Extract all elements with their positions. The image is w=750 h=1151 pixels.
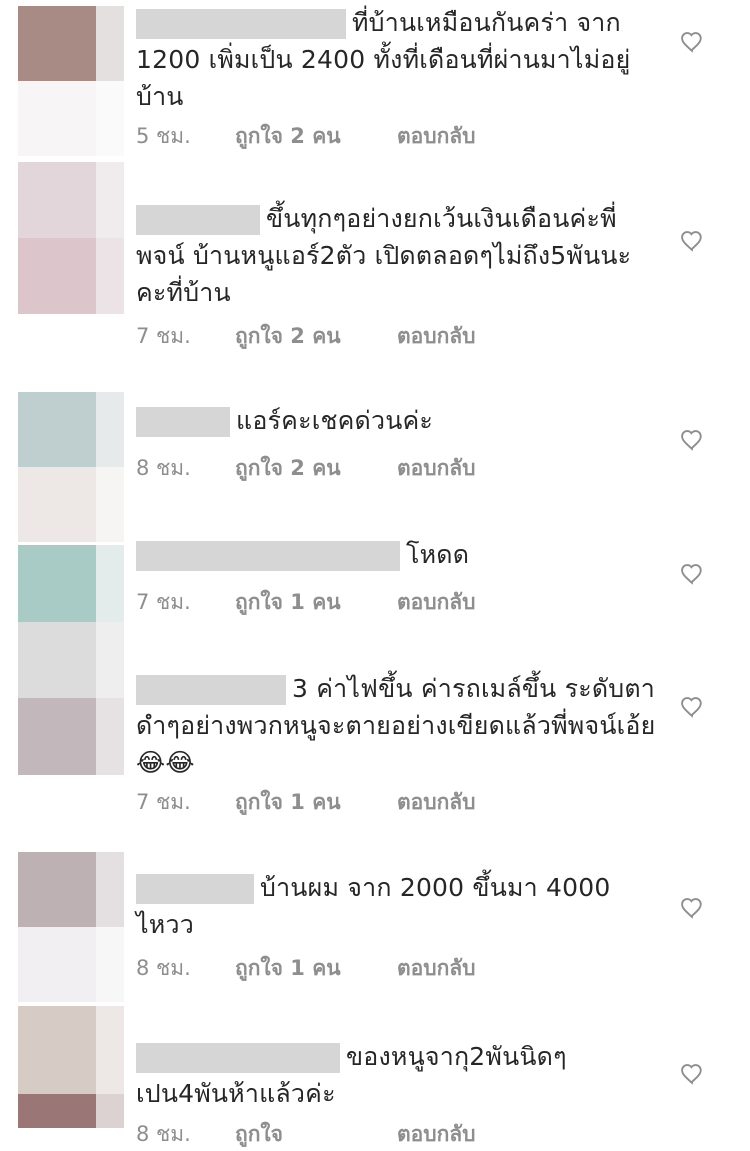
- comment-meta: 8 ชม. ถูกใจ 2 คน ตอบกลับ: [136, 452, 476, 485]
- like-count-link[interactable]: ถูกใจ 2 คน: [235, 320, 397, 353]
- reply-button[interactable]: ตอบกลับ: [397, 1118, 476, 1151]
- comment-time: 8 ชม.: [136, 1122, 191, 1146]
- redacted-username: [136, 541, 400, 571]
- redacted-username: [136, 1043, 340, 1073]
- like-count-link[interactable]: ถูกใจ 1 คน: [235, 952, 397, 985]
- comment-text: ขึ้นทุกๆอย่างยกเว้นเงินเดือนค่ะพี่พจน์ บ…: [136, 200, 656, 311]
- comment-time: 7 ชม.: [136, 590, 191, 614]
- comment-time: 5 ชม.: [136, 124, 191, 148]
- reply-button[interactable]: ตอบกลับ: [397, 320, 476, 353]
- comment-text: บ้านผม จาก 2000 ขึ้นมา 4000 ไหวว: [136, 869, 656, 943]
- avatar[interactable]: [18, 1006, 124, 1128]
- like-count-link[interactable]: ถูกใจ 1 คน: [235, 786, 397, 819]
- avatar[interactable]: [18, 852, 124, 1002]
- heart-outline-icon[interactable]: [678, 425, 706, 453]
- comment-text: แอร์คะเชคด่วนค่ะ: [136, 402, 656, 439]
- comment-time: 7 ชม.: [136, 324, 191, 348]
- comment-meta: 7 ชม. ถูกใจ 1 คน ตอบกลับ: [136, 586, 476, 619]
- avatar[interactable]: [18, 162, 124, 314]
- comment-meta: 7 ชม. ถูกใจ 1 คน ตอบกลับ: [136, 786, 476, 819]
- reply-button[interactable]: ตอบกลับ: [397, 452, 476, 485]
- reply-button[interactable]: ตอบกลับ: [397, 586, 476, 619]
- comment-text-content: โหดด: [406, 540, 470, 569]
- redacted-username: [136, 205, 260, 235]
- heart-outline-icon[interactable]: [678, 893, 706, 921]
- heart-outline-icon[interactable]: [678, 27, 706, 55]
- comment-text-content: แอร์คะเชคด่วนค่ะ: [236, 406, 434, 435]
- redacted-username: [136, 675, 286, 705]
- like-count-link[interactable]: ถูกใจ: [235, 1118, 397, 1151]
- redacted-username: [136, 9, 346, 39]
- comment-time: 8 ชม.: [136, 956, 191, 980]
- avatar[interactable]: [18, 392, 124, 542]
- redacted-username: [136, 874, 254, 904]
- avatar[interactable]: [18, 545, 124, 775]
- comment-meta: 7 ชม. ถูกใจ 2 คน ตอบกลับ: [136, 320, 476, 353]
- comment-text: 3 ค่าไฟขึ้น ค่ารถเมล์ขึ้น ระดับตาดำๆอย่า…: [136, 670, 656, 781]
- like-count-link[interactable]: ถูกใจ 2 คน: [235, 452, 397, 485]
- comment-text: โหดด: [136, 536, 656, 573]
- heart-outline-icon[interactable]: [678, 1059, 706, 1087]
- avatar[interactable]: [18, 6, 124, 156]
- heart-outline-icon[interactable]: [678, 692, 706, 720]
- redacted-username: [136, 407, 230, 437]
- comment-time: 7 ชม.: [136, 790, 191, 814]
- reply-button[interactable]: ตอบกลับ: [397, 120, 476, 153]
- comment-text: ของหนูจากุ2พันนิดๆ เปน4พันห้าแล้วค่ะ: [136, 1038, 656, 1112]
- comment-text: ที่บ้านเหมือนกันคร่า จาก 1200 เพิ่มเป็น …: [136, 4, 656, 115]
- comment-meta: 5 ชม. ถูกใจ 2 คน ตอบกลับ: [136, 120, 476, 153]
- heart-outline-icon[interactable]: [678, 226, 706, 254]
- comment-time: 8 ชม.: [136, 456, 191, 480]
- like-count-link[interactable]: ถูกใจ 2 คน: [235, 120, 397, 153]
- reply-button[interactable]: ตอบกลับ: [397, 786, 476, 819]
- comment-meta: 8 ชม. ถูกใจ 1 คน ตอบกลับ: [136, 952, 476, 985]
- heart-outline-icon[interactable]: [678, 559, 706, 587]
- reply-button[interactable]: ตอบกลับ: [397, 952, 476, 985]
- like-count-link[interactable]: ถูกใจ 1 คน: [235, 586, 397, 619]
- comment-meta: 8 ชม. ถูกใจ ตอบกลับ: [136, 1118, 476, 1151]
